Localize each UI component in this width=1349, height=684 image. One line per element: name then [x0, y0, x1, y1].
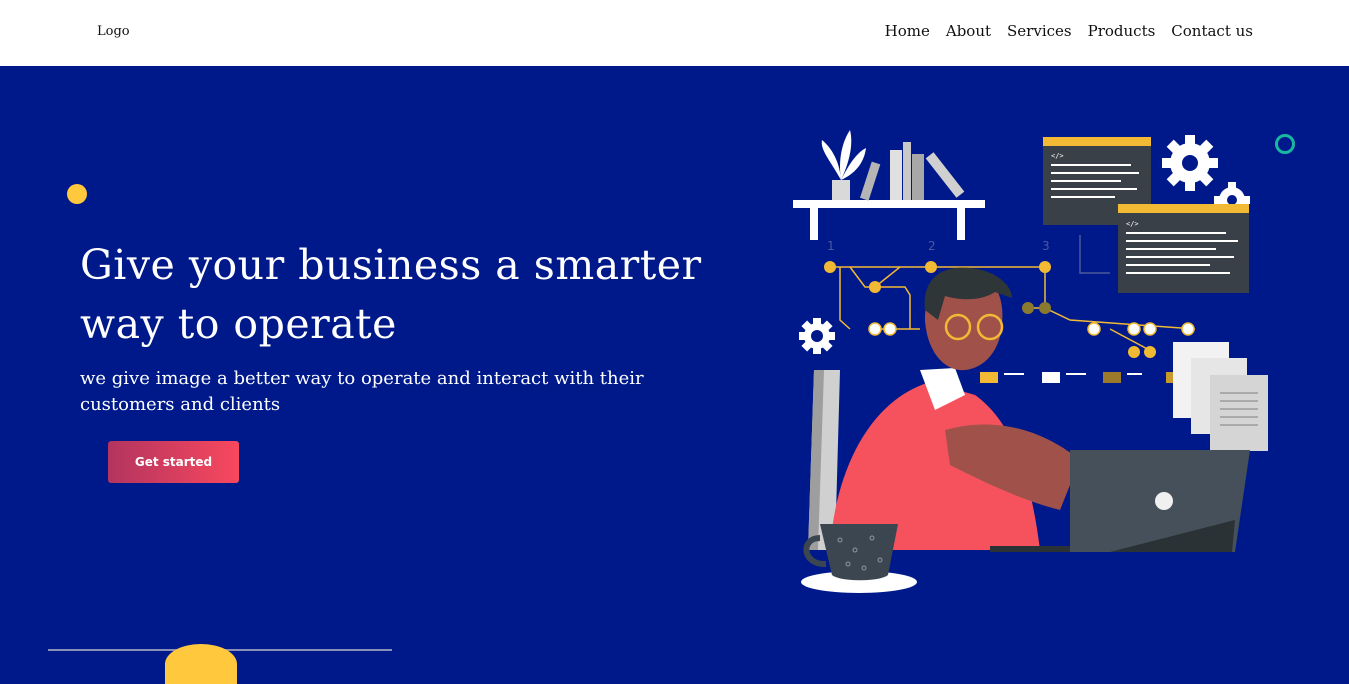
status-boxes: [980, 372, 1184, 383]
nav-services-link[interactable]: Services: [1007, 22, 1072, 40]
hero-illustration: 1 2 3 </> </>: [793, 130, 1268, 593]
top-navbar: Logo Home About Services Products Contac…: [0, 0, 1349, 66]
gear-icon: [799, 318, 835, 354]
nav-products-link[interactable]: Products: [1088, 22, 1156, 40]
document-stack: [1173, 342, 1268, 451]
get-started-button[interactable]: Get started: [108, 441, 239, 483]
hero-subtitle: we give image a better way to operate an…: [80, 368, 644, 415]
decorative-yellow-shape: [165, 644, 237, 684]
code-tag-label: </>: [1126, 220, 1139, 228]
step-label-3: 3: [1042, 239, 1050, 253]
step-label-1: 1: [827, 239, 835, 253]
gear-icon: [1162, 135, 1218, 191]
bookshelf-illustration: [793, 130, 985, 240]
decorative-yellow-dot: [67, 184, 87, 204]
nav-home-link[interactable]: Home: [885, 22, 930, 40]
code-window: </>: [1118, 204, 1249, 293]
logo[interactable]: Logo: [97, 24, 130, 39]
hero-title: Give your business a smarter way to oper…: [80, 241, 702, 348]
code-tag-label: </>: [1051, 152, 1064, 160]
step-label-2: 2: [928, 239, 936, 253]
nav-about-link[interactable]: About: [946, 22, 991, 40]
main-nav: Home About Services Products Contact us: [885, 22, 1253, 40]
nav-contact-link[interactable]: Contact us: [1171, 22, 1253, 40]
